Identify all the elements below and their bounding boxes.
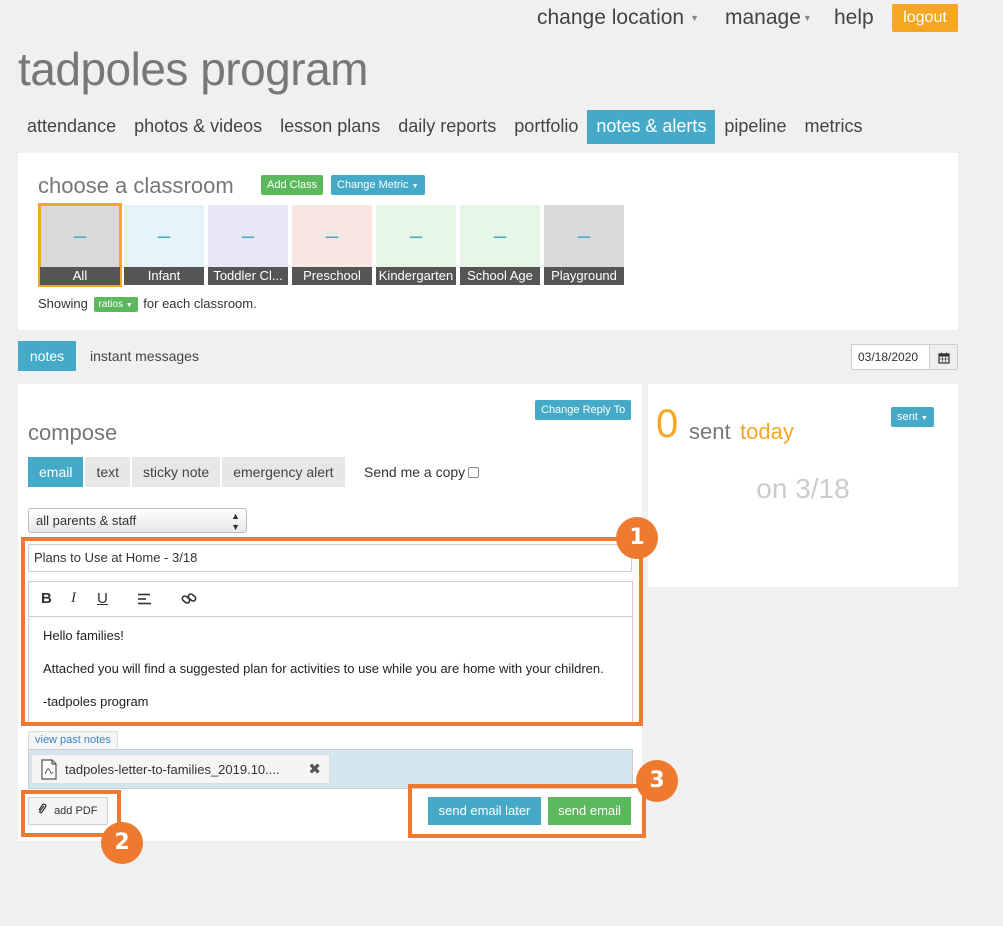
classroom-tile-infant[interactable]: – Infant — [124, 205, 204, 285]
callout-badge-1: 1 — [616, 517, 658, 559]
classroom-tile-kindergarten[interactable]: – Kindergarten — [376, 205, 456, 285]
tab-portfolio[interactable]: portfolio — [505, 110, 587, 144]
tab-lesson-plans[interactable]: lesson plans — [271, 110, 389, 144]
callout-badge-3: 3 — [636, 760, 678, 802]
tile-label: Toddler Cl... — [208, 267, 288, 285]
change-metric-label: Change Metric — [337, 179, 409, 191]
chevron-down-icon: ▼ — [920, 415, 928, 422]
change-metric-button[interactable]: Change Metric ▼ — [331, 175, 425, 195]
remove-attachment-icon[interactable]: ✖ — [308, 760, 321, 778]
view-past-notes-link[interactable]: view past notes — [28, 731, 118, 749]
tab-text[interactable]: text — [85, 457, 131, 487]
logout-button[interactable]: logout — [892, 4, 958, 32]
change-location-label: change location — [537, 6, 685, 29]
tile-label: School Age — [460, 267, 540, 285]
sent-filter-label: sent — [897, 411, 918, 423]
tile-value: – — [493, 223, 507, 248]
callout-highlight-3 — [408, 784, 646, 838]
send-copy-label: Send me a copy — [364, 464, 466, 480]
change-location-menu[interactable]: change location ▼ — [537, 6, 699, 30]
tile-value: – — [241, 223, 255, 248]
attachment-area: tadpoles-letter-to-families_2019.10.... … — [28, 749, 633, 789]
tab-notes-alerts[interactable]: notes & alerts — [587, 110, 716, 144]
subtab-instant-messages[interactable]: instant messages — [90, 341, 199, 371]
tab-attendance[interactable]: attendance — [18, 110, 125, 144]
manage-menu[interactable]: manage ▼ — [725, 6, 812, 30]
tile-label: Infant — [124, 267, 204, 285]
change-reply-to-button[interactable]: Change Reply To — [535, 400, 632, 420]
select-arrows-icon: ▲ ▼ — [231, 511, 240, 532]
classroom-tile-playground[interactable]: – Playground — [544, 205, 624, 285]
classroom-tile-all[interactable]: – All — [38, 203, 122, 287]
help-link[interactable]: help — [834, 6, 874, 30]
chevron-down-icon: ▼ — [690, 13, 700, 24]
sent-date: on 3/18 — [756, 473, 850, 504]
sent-period: today — [740, 419, 794, 444]
tab-photos-videos[interactable]: photos & videos — [125, 110, 271, 144]
compose-tabs: email text sticky note emergency alert — [28, 457, 347, 487]
recipient-select[interactable]: all parents & staff ▲ ▼ — [28, 508, 247, 533]
metric-dropdown[interactable]: ratios ▼ — [93, 297, 138, 313]
send-copy-checkbox[interactable] — [468, 467, 479, 478]
tile-label: Kindergarten — [376, 267, 456, 285]
classroom-tile-toddler[interactable]: – Toddler Cl... — [208, 205, 288, 285]
chevron-down-icon: ▼ — [411, 183, 419, 190]
tile-label: Playground — [544, 267, 624, 285]
manage-label: manage — [725, 6, 801, 29]
classroom-panel: choose a classroom Add Class Change Metr… — [18, 153, 958, 330]
tile-value: – — [73, 223, 87, 248]
classroom-panel-title: choose a classroom — [38, 173, 234, 198]
tab-pipeline[interactable]: pipeline — [715, 110, 795, 144]
tile-value: – — [409, 223, 423, 248]
tab-email[interactable]: email — [28, 457, 84, 487]
tab-daily-reports[interactable]: daily reports — [389, 110, 505, 144]
tab-metrics[interactable]: metrics — [795, 110, 871, 144]
tile-value: – — [577, 223, 591, 248]
sent-panel: 0 sent today sent ▼ on 3/18 — [648, 384, 958, 587]
sent-count: 0 — [656, 402, 679, 446]
metric-label: ratios — [98, 299, 123, 311]
tile-value: – — [325, 223, 339, 248]
callout-badge-2: 2 — [101, 822, 143, 864]
tab-emergency-alert[interactable]: emergency alert — [222, 457, 345, 487]
sent-label: sent — [689, 419, 731, 444]
attachment-chip: tadpoles-letter-to-families_2019.10.... … — [31, 754, 330, 784]
pdf-file-icon — [40, 759, 58, 785]
showing-prefix: Showing — [38, 296, 88, 311]
classroom-tile-school-age[interactable]: – School Age — [460, 205, 540, 285]
tile-label: All — [40, 267, 120, 285]
tile-value: – — [157, 223, 171, 248]
date-picker[interactable]: 03/18/2020 — [851, 344, 958, 370]
callout-highlight-1 — [21, 537, 643, 726]
calendar-icon[interactable] — [929, 345, 957, 369]
chevron-down-icon: ▼ — [125, 302, 133, 310]
page-title: tadpoles program — [18, 43, 368, 95]
tab-sticky-note[interactable]: sticky note — [132, 457, 221, 487]
compose-title: compose — [28, 420, 118, 445]
top-nav: change location ▼ manage ▼ help logout — [0, 4, 1003, 34]
tile-label: Preschool — [292, 267, 372, 285]
recipient-value: all parents & staff — [36, 513, 137, 528]
date-value: 03/18/2020 — [858, 350, 919, 364]
attachment-name: tadpoles-letter-to-families_2019.10.... — [65, 762, 280, 777]
chevron-down-icon: ▼ — [802, 13, 812, 24]
classroom-tile-preschool[interactable]: – Preschool — [292, 205, 372, 285]
main-tabs: attendance photos & videos lesson plans … — [18, 110, 871, 144]
showing-metric-text: Showing ratios ▼ for each classroom. — [38, 296, 257, 313]
subtab-notes[interactable]: notes — [18, 341, 76, 371]
sent-filter-dropdown[interactable]: sent ▼ — [891, 407, 934, 427]
showing-suffix: for each classroom. — [143, 296, 257, 311]
add-class-button[interactable]: Add Class — [261, 175, 324, 195]
